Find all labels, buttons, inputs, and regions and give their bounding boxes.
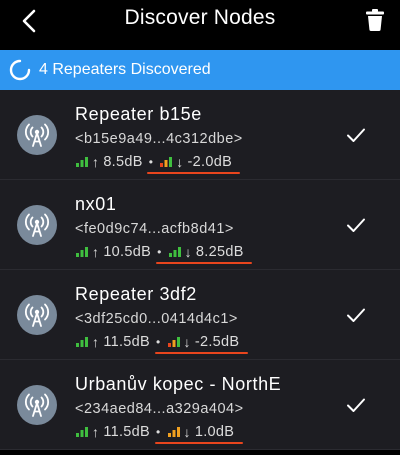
signal-bar — [76, 253, 79, 257]
tx-signal-bars-icon — [76, 247, 88, 257]
check-icon[interactable] — [346, 395, 366, 415]
signal-bar — [80, 340, 84, 347]
node-row[interactable]: Repeater 3df2 <3df25cd0...0414d4c1> ↑ 11… — [0, 270, 400, 360]
signal-bar — [168, 253, 172, 257]
radio-tower-icon — [25, 303, 49, 327]
separator-dot: • — [156, 335, 161, 349]
signal-bar — [172, 340, 176, 347]
rx-signal-bars-icon — [160, 157, 173, 167]
node-row[interactable]: Repeater b15e <b15e9a49...4c312dbe> ↑ 8.… — [0, 90, 400, 180]
app-header: Discover Nodes — [0, 0, 400, 42]
signal-bar — [173, 250, 177, 257]
check-icon[interactable] — [346, 305, 366, 325]
down-arrow-icon: ↓ — [183, 334, 191, 350]
node-id: <b15e9a49...4c312dbe> — [75, 131, 243, 147]
tx-value: 11.5dB — [103, 424, 150, 440]
signal-metrics: ↑ 8.5dB • ↓ -2.0dB — [75, 152, 241, 174]
signal-bar — [85, 337, 88, 347]
signal-bar — [80, 250, 84, 257]
signal-bar — [85, 247, 88, 257]
repeater-avatar — [17, 295, 57, 335]
radio-tower-icon — [25, 213, 49, 237]
up-arrow-icon: ↑ — [92, 424, 100, 440]
rx-group: ↓ -2.5dB — [154, 334, 248, 354]
node-id: <fe0d9c74...acfb8d41> — [75, 221, 234, 237]
rx-value: -2.0dB — [187, 154, 233, 170]
check-icon[interactable] — [346, 125, 366, 145]
tx-signal-bars-icon — [76, 157, 88, 167]
up-arrow-icon: ↑ — [92, 244, 100, 260]
down-arrow-icon: ↓ — [184, 244, 192, 260]
rx-highlight-underline — [147, 172, 241, 174]
signal-bar — [176, 427, 180, 437]
radio-tower-icon — [25, 123, 49, 147]
signal-bar — [76, 163, 79, 167]
node-id: <3df25cd0...0414d4c1> — [75, 311, 238, 327]
rx-highlight-underline — [154, 352, 248, 354]
delete-button[interactable] — [360, 5, 390, 35]
repeater-avatar — [17, 385, 57, 425]
signal-bar — [164, 160, 168, 167]
signal-bar — [80, 160, 84, 167]
rx-signal-bars-icon — [167, 337, 180, 347]
signal-metrics: ↑ 11.5dB • ↓ -2.5dB — [75, 332, 248, 354]
signal-bar — [85, 157, 88, 167]
status-text: 4 Repeaters Discovered — [39, 61, 211, 78]
signal-metrics: ↑ 11.5dB • ↓ 1.0dB — [75, 422, 243, 444]
signal-bar — [80, 430, 84, 437]
signal-metrics: ↑ 10.5dB • ↓ 8.25dB — [75, 242, 252, 264]
trash-icon — [366, 9, 384, 31]
down-arrow-icon: ↓ — [183, 424, 191, 440]
rx-signal-bars-icon — [167, 427, 180, 437]
signal-bar — [160, 163, 164, 167]
repeater-avatar — [17, 205, 57, 245]
rx-group: ↓ -2.0dB — [147, 154, 241, 174]
tx-signal-bars-icon — [76, 427, 88, 437]
signal-bar — [76, 433, 79, 437]
signal-bar — [169, 157, 173, 167]
tx-value: 11.5dB — [103, 334, 150, 350]
separator-dot: • — [157, 245, 162, 259]
tx-signal-bars-icon — [76, 337, 88, 347]
node-id: <234aed84...a329a404> — [75, 401, 244, 417]
rx-highlight-underline — [155, 262, 252, 264]
signal-bar — [177, 247, 181, 257]
down-arrow-icon: ↓ — [176, 154, 184, 170]
node-list: Repeater b15e <b15e9a49...4c312dbe> ↑ 8.… — [0, 90, 400, 450]
rx-group: ↓ 1.0dB — [154, 424, 243, 444]
node-name: Repeater b15e — [75, 104, 202, 124]
signal-bar — [85, 427, 88, 437]
up-arrow-icon: ↑ — [92, 154, 100, 170]
rx-value: 1.0dB — [194, 424, 235, 440]
rx-signal-bars-icon — [168, 247, 181, 257]
signal-bar — [76, 343, 79, 347]
rx-highlight-underline — [154, 442, 243, 444]
separator-dot: • — [156, 425, 161, 439]
discovery-status-bar: 4 Repeaters Discovered — [0, 50, 400, 90]
rx-value: -2.5dB — [194, 334, 240, 350]
rx-group: ↓ 8.25dB — [155, 244, 252, 264]
radio-tower-icon — [25, 393, 49, 417]
spinner-icon — [9, 59, 31, 81]
separator-dot: • — [148, 155, 154, 169]
up-arrow-icon: ↑ — [92, 334, 100, 350]
node-row[interactable]: Urbanův kopec - NorthE <234aed84...a329a… — [0, 360, 400, 450]
node-name: Urbanův kopec - NorthE — [75, 374, 282, 394]
node-name: Repeater 3df2 — [75, 284, 197, 304]
tx-value: 8.5dB — [103, 154, 143, 170]
signal-bar — [172, 430, 176, 437]
node-name: nx01 — [75, 194, 117, 214]
rx-value: 8.25dB — [195, 244, 244, 260]
signal-bar — [176, 337, 180, 347]
node-row[interactable]: nx01 <fe0d9c74...acfb8d41> ↑ 10.5dB • ↓ … — [0, 180, 400, 270]
signal-bar — [167, 433, 171, 437]
tx-value: 10.5dB — [103, 244, 152, 260]
repeater-avatar — [17, 115, 57, 155]
signal-bar — [167, 343, 171, 347]
page-title: Discover Nodes — [124, 6, 276, 29]
check-icon[interactable] — [346, 215, 366, 235]
